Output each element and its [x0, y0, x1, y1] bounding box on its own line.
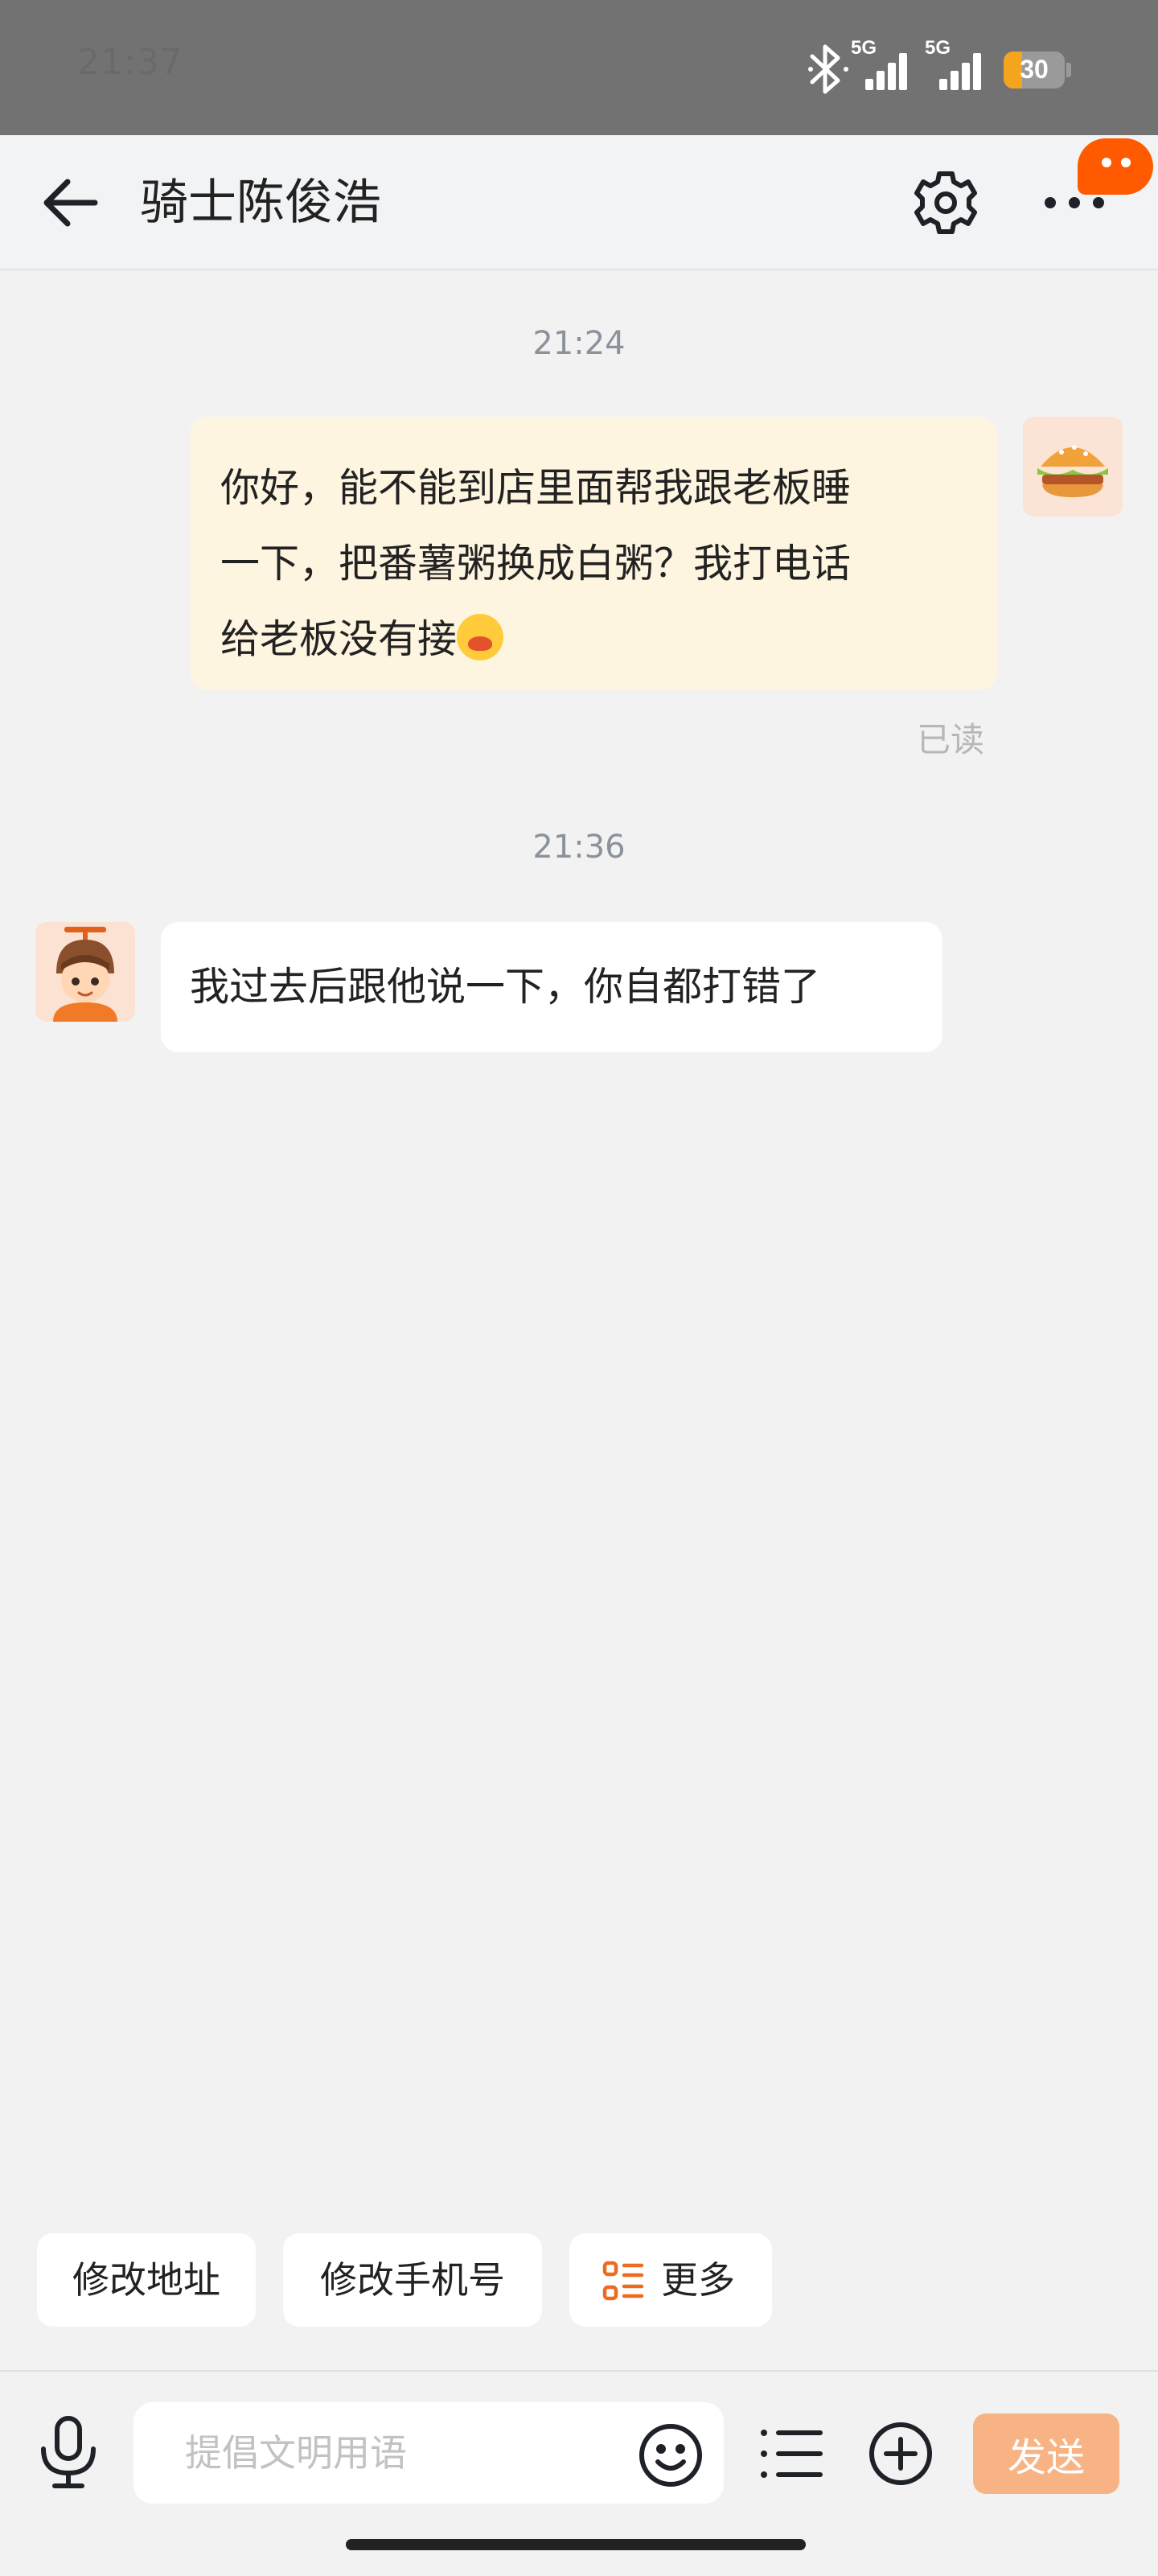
chat-bubble-badge-icon[interactable]	[1078, 138, 1153, 195]
quick-action-label: 修改手机号	[320, 2258, 505, 2302]
more-dots-icon	[1045, 197, 1104, 208]
page-title: 骑士陈俊浩	[140, 175, 381, 231]
add-button[interactable]	[865, 2418, 936, 2489]
quick-action-label: 修改地址	[72, 2258, 220, 2302]
gear-icon	[914, 171, 977, 234]
incoming-message-bubble[interactable]: 我过去后跟他说一下，你自都打错了	[161, 922, 942, 1052]
edit-address-button[interactable]: 修改地址	[37, 2233, 256, 2327]
user-avatar[interactable]	[1023, 417, 1123, 516]
plus-circle-icon	[869, 2422, 932, 2485]
burger-avatar-icon	[1023, 417, 1123, 516]
message-timestamp: 21:24	[532, 325, 626, 362]
send-button[interactable]: 发送	[973, 2413, 1119, 2494]
voice-button[interactable]	[32, 2413, 105, 2491]
emoji-button[interactable]	[635, 2420, 706, 2491]
battery-level: 30	[1020, 55, 1049, 84]
list-icon	[761, 2430, 823, 2478]
crying-face-emoji-icon	[457, 614, 504, 660]
edit-phone-button[interactable]: 修改手机号	[283, 2233, 542, 2327]
common-phrases-button[interactable]	[756, 2420, 827, 2488]
status-time: 21:37	[77, 42, 183, 83]
signal-icon: 5G	[925, 37, 981, 90]
settings-button[interactable]	[909, 166, 983, 240]
signal-label: 5G	[851, 37, 877, 59]
read-status: 已读	[917, 720, 985, 759]
message-line: 给老板没有接	[220, 616, 458, 662]
quick-action-label: 更多	[661, 2258, 735, 2302]
message-timestamp: 21:36	[532, 829, 626, 866]
message-line: 一下，把番薯粥换成白粥？我打电话	[220, 541, 852, 586]
bluetooth-icon	[808, 44, 848, 94]
smiley-icon	[639, 2424, 702, 2487]
message-line: 你好，能不能到店里面帮我跟老板睡	[220, 465, 852, 511]
battery-icon: 30	[1004, 51, 1073, 88]
more-actions-button[interactable]: 更多	[569, 2233, 772, 2327]
signal-icon: 5G	[851, 37, 907, 90]
rider-avatar-icon	[35, 922, 135, 1022]
rider-avatar[interactable]	[35, 922, 135, 1022]
message-text: 我过去后跟他说一下，你自都打错了	[190, 964, 821, 1010]
outgoing-message-bubble[interactable]: 你好，能不能到店里面帮我跟老板睡 一下，把番薯粥换成白粥？我打电话 给老板没有接	[190, 417, 997, 690]
microphone-icon	[41, 2416, 96, 2488]
back-button[interactable]	[35, 171, 106, 235]
signal-label: 5G	[925, 37, 951, 59]
arrow-left-icon	[43, 179, 98, 227]
menu-list-icon	[602, 2261, 644, 2301]
home-indicator	[346, 2539, 806, 2550]
